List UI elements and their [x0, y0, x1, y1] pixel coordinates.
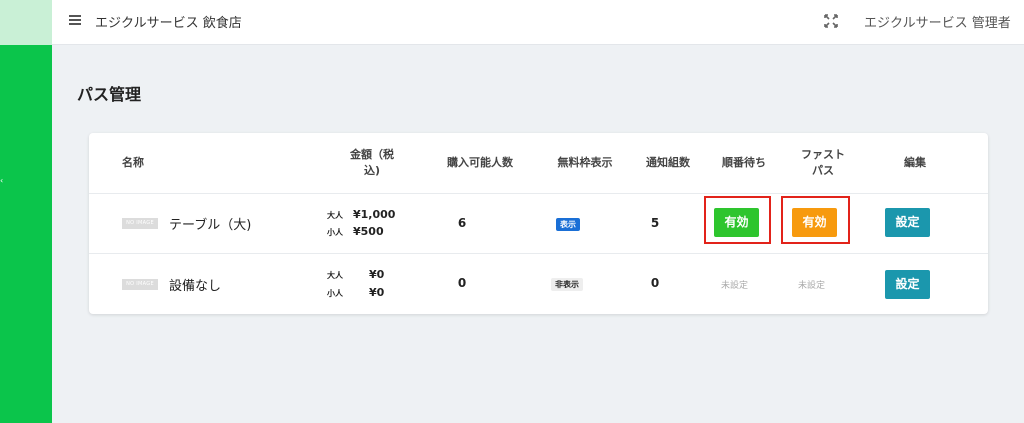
sidebar-indicator-icon: ‹	[0, 176, 4, 185]
child-label: 小人	[327, 289, 343, 298]
column-header-price-line1: 金額（税	[350, 148, 394, 161]
item-name: テーブル（大)	[169, 218, 252, 233]
notify-count: 5	[650, 216, 660, 230]
purchasable-count: 0	[457, 276, 467, 290]
top-header: エジクルサービス 飲食店 エジクルサービス 管理者	[52, 0, 1024, 45]
setting-button[interactable]: 設定	[885, 208, 930, 237]
queue-valid-button[interactable]: 有効	[714, 208, 759, 237]
item-thumbnail: NO IMAGE	[122, 218, 158, 229]
admin-user-name[interactable]: エジクルサービス 管理者	[864, 12, 1011, 31]
child-price: ¥0	[369, 286, 385, 299]
notify-count: 0	[650, 276, 660, 290]
queue-unset-text: 未設定	[721, 281, 749, 291]
column-header-notify: 通知組数	[646, 156, 690, 169]
fastpass-unset-text: 未設定	[798, 281, 826, 291]
setting-button[interactable]: 設定	[885, 270, 930, 299]
row-divider	[89, 253, 988, 254]
shop-name: エジクルサービス 飲食店	[95, 16, 242, 31]
column-header-purchasable: 購入可能人数	[447, 156, 513, 169]
column-header-price-line2: 込)	[363, 164, 381, 177]
purchasable-count: 6	[457, 216, 467, 230]
item-name: 設備なし	[169, 279, 222, 294]
adult-label: 大人	[327, 211, 343, 220]
free-slot-badge: 表示	[556, 218, 580, 231]
column-header-fastpass-line2: パス	[812, 164, 834, 177]
column-header-queue: 順番待ち	[722, 156, 766, 169]
column-header-free-slot: 無料枠表示	[557, 156, 613, 169]
sidebar	[0, 0, 52, 423]
free-slot-badge: 非表示	[551, 278, 583, 291]
row-divider	[89, 193, 988, 194]
column-header-fastpass-line1: ファスト	[801, 148, 845, 161]
pass-table-card: 名称 金額（税 込) 購入可能人数 無料枠表示 通知組数 順番待ち ファスト パ…	[89, 133, 988, 314]
sidebar-logo-area	[0, 0, 52, 45]
child-price: ¥500	[353, 225, 384, 238]
fullscreen-icon[interactable]	[824, 13, 838, 28]
column-header-price: 金額（税 込)	[332, 147, 412, 179]
child-label: 小人	[327, 228, 343, 237]
adult-price: ¥0	[369, 268, 385, 281]
column-header-name: 名称	[122, 156, 144, 169]
column-header-edit: 編集	[904, 156, 926, 169]
column-header-fastpass: ファスト パス	[787, 147, 859, 179]
adult-label: 大人	[327, 271, 343, 280]
hamburger-menu-icon[interactable]	[69, 15, 81, 25]
fastpass-valid-button[interactable]: 有効	[792, 208, 837, 237]
item-thumbnail: NO IMAGE	[122, 279, 158, 290]
adult-price: ¥1,000	[353, 208, 396, 221]
page-title: パス管理	[77, 85, 142, 104]
